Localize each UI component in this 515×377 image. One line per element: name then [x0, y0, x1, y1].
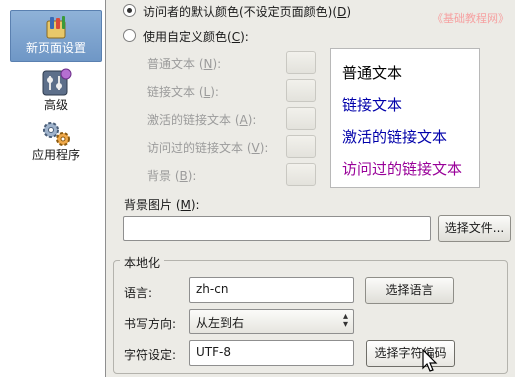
sidebar-item-label: 新页面设置 [25, 41, 86, 55]
normal-text-label: 普通文本 (N): [147, 57, 222, 71]
background-color-label: 背景 (B): [147, 169, 197, 183]
advanced-icon [42, 68, 72, 96]
writing-direction-value: 从左到右 [196, 316, 245, 330]
background-image-input[interactable] [123, 216, 431, 241]
background-color-button[interactable] [286, 163, 316, 186]
background-image-label: 背景图片 (M): [124, 198, 200, 212]
localization-title: 本地化 [120, 254, 165, 271]
sidebar-item-applications[interactable]: 应用程序 [10, 120, 102, 170]
normal-text-color-button[interactable] [286, 51, 316, 74]
preview-visited-link-text: 访问过的链接文本 [342, 160, 463, 178]
visited-link-text-label: 访问过的链接文本 (V): [147, 141, 269, 155]
choose-charset-button[interactable]: 选择字符编码 [366, 340, 455, 367]
preview-link-text: 链接文本 [342, 96, 403, 114]
sidebar: 新页面设置 高级 应用程序 [0, 0, 106, 377]
preview-normal-text: 普通文本 [342, 64, 403, 82]
default-colors-label[interactable]: 访问者的默认颜色(不设定页面颜色)(D) [143, 3, 351, 20]
charset-label: 字符设定: [124, 348, 177, 362]
writing-direction-label: 书写方向: [124, 317, 177, 331]
custom-colors-radio[interactable] [123, 29, 136, 42]
sidebar-item-advanced[interactable]: 高级 [10, 68, 102, 116]
chevron-up-down-icon: ▴ ▾ [342, 311, 348, 330]
writing-direction-select[interactable]: 从左到右 ▴ ▾ [189, 309, 354, 334]
charset-input[interactable]: UTF-8 [189, 340, 354, 366]
language-label: 语言: [124, 286, 153, 300]
sidebar-item-label: 应用程序 [31, 148, 80, 162]
visited-link-text-color-button[interactable] [286, 135, 316, 158]
choose-file-button[interactable]: 选择文件... [438, 215, 511, 242]
custom-colors-label[interactable]: 使用自定义颜色(C): [143, 28, 249, 45]
active-link-text-color-button[interactable] [286, 107, 316, 130]
active-link-text-label: 激活的链接文本 (A): [147, 113, 257, 127]
mouse-cursor-icon [422, 349, 438, 372]
link-text-color-button[interactable] [286, 79, 316, 102]
sidebar-item-label: 高级 [43, 98, 68, 112]
link-text-label: 链接文本 (L): [147, 85, 219, 99]
color-preview-box: 普通文本 链接文本 激活的链接文本 访问过的链接文本 [330, 48, 480, 188]
default-colors-radio[interactable] [123, 4, 136, 17]
preview-active-link-text: 激活的链接文本 [342, 128, 448, 146]
applications-gear-icon [43, 122, 70, 146]
new-page-icon [46, 16, 66, 39]
choose-language-button[interactable]: 选择语言 [365, 277, 454, 304]
language-input[interactable]: zh-cn [189, 277, 354, 303]
sidebar-item-new-page-settings[interactable]: 新页面设置 [10, 10, 102, 62]
watermark: 《基础教程网》 [432, 12, 509, 25]
